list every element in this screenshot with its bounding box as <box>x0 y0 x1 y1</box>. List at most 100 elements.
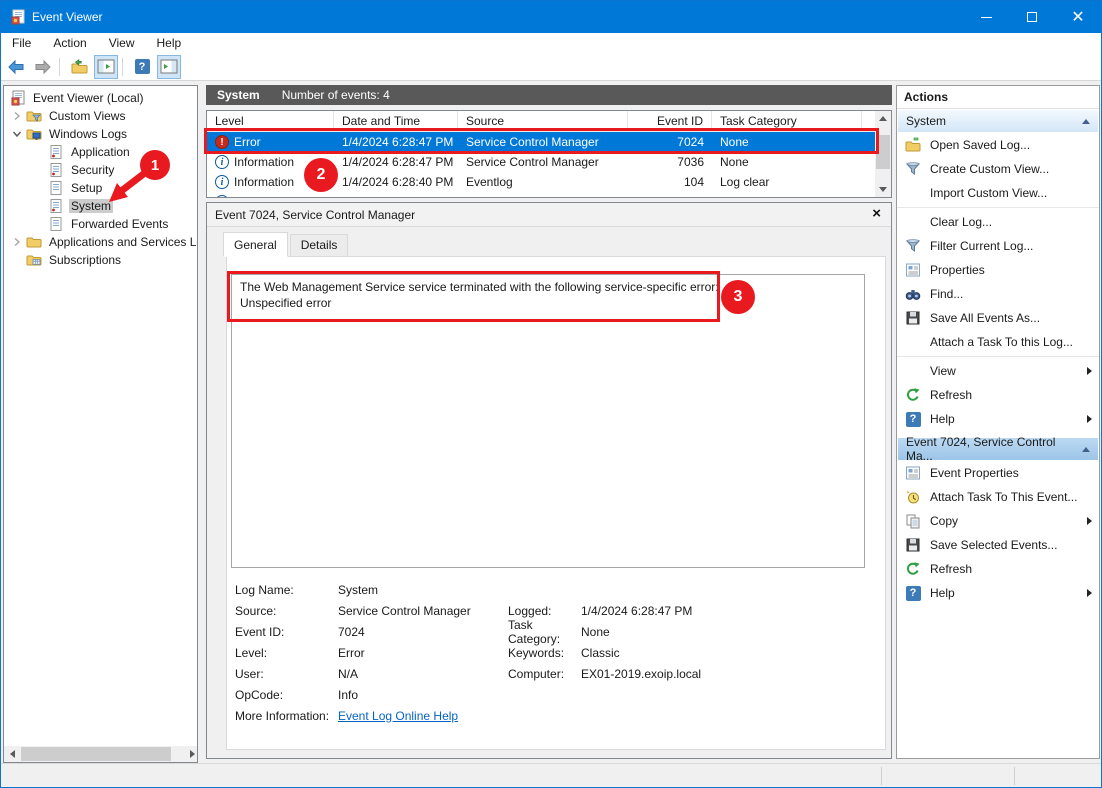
action-refresh-event[interactable]: Refresh <box>897 557 1099 581</box>
tree-item-applications-and-services[interactable]: Applications and Services Lo <box>4 233 197 251</box>
forward-button[interactable] <box>31 55 55 79</box>
collapse-arrow-icon[interactable] <box>1082 119 1090 124</box>
logged-label: Logged: <box>508 604 581 618</box>
menu-file[interactable]: File <box>3 34 40 52</box>
help-icon: ? <box>135 59 150 74</box>
tree-item-custom-views[interactable]: Custom Views <box>4 107 197 125</box>
filter-icon <box>905 161 921 177</box>
tab-details[interactable]: Details <box>290 234 349 257</box>
action-properties[interactable]: Properties <box>897 258 1099 282</box>
copy-icon <box>905 513 921 529</box>
events-vertical-scrollbar[interactable] <box>875 111 891 197</box>
log-header-bar: System Number of events: 4 <box>206 85 892 105</box>
export-log-icon <box>70 59 88 75</box>
close-button[interactable]: ✕ <box>1055 1 1101 33</box>
actions-title: Actions <box>897 86 1099 109</box>
keywords-label: Keywords: <box>508 646 581 660</box>
scroll-up-arrow-icon[interactable] <box>875 111 891 126</box>
menu-view[interactable]: View <box>100 34 144 52</box>
chevron-down-icon <box>12 129 22 139</box>
event-viewer-app-icon <box>10 9 26 25</box>
folder-icon <box>26 234 42 250</box>
tree-label[interactable]: Event Viewer (Local) <box>31 91 146 105</box>
action-attach-task-to-event[interactable]: Attach Task To This Event... <box>897 485 1099 509</box>
action-refresh[interactable]: Refresh <box>897 383 1099 407</box>
scroll-left-arrow-icon[interactable] <box>4 746 20 762</box>
back-button[interactable] <box>4 55 28 79</box>
tree-item-system[interactable]: System <box>4 197 197 215</box>
action-save-selected-events[interactable]: Save Selected Events... <box>897 533 1099 557</box>
tree-horizontal-scrollbar[interactable] <box>4 746 197 762</box>
console-tree-toggle-button[interactable] <box>94 55 118 79</box>
scroll-right-arrow-icon[interactable] <box>181 746 197 762</box>
event-fields: Log Name: System Source: Service Control… <box>235 579 875 726</box>
menu-help[interactable]: Help <box>148 34 191 52</box>
section-title: System <box>906 114 946 128</box>
subscriptions-icon <box>26 252 42 268</box>
close-icon: ✕ <box>1071 9 1084 25</box>
action-create-custom-view[interactable]: Create Custom View... <box>897 157 1099 181</box>
maximize-button[interactable] <box>1009 1 1055 33</box>
log-file-icon <box>48 162 64 178</box>
collapse-arrow-icon[interactable] <box>1082 447 1090 452</box>
minimize-button[interactable] <box>963 1 1009 33</box>
action-find[interactable]: Find... <box>897 282 1099 306</box>
custom-views-folder-icon <box>26 108 42 124</box>
log-title: System <box>217 88 260 102</box>
tree-item-setup[interactable]: Setup <box>4 179 197 197</box>
tab-general[interactable]: General <box>223 232 288 257</box>
logged-value: 1/4/2024 6:28:47 PM <box>581 604 875 618</box>
log-name-value: System <box>338 583 508 597</box>
table-row-partial[interactable] <box>207 192 891 198</box>
tree-item-event-viewer-local[interactable]: Event Viewer (Local) <box>4 89 197 107</box>
action-copy[interactable]: Copy <box>897 509 1099 533</box>
event-log-online-help-link[interactable]: Event Log Online Help <box>338 709 458 723</box>
actions-section-system[interactable]: System <box>897 109 1099 133</box>
tree-label[interactable]: Custom Views <box>47 109 127 123</box>
action-clear-log[interactable]: Clear Log... <box>897 210 1099 234</box>
action-pane-toggle-button[interactable] <box>157 55 181 79</box>
action-open-saved-log[interactable]: Open Saved Log... <box>897 133 1099 157</box>
opcode-value: Info <box>338 688 508 702</box>
forward-icon <box>34 59 52 75</box>
tree-label[interactable]: Forwarded Events <box>69 217 170 231</box>
help-icon: ? <box>906 412 921 427</box>
action-help[interactable]: ? Help <box>897 407 1099 431</box>
help-icon: ? <box>906 586 921 601</box>
tree-label[interactable]: Applications and Services Lo <box>47 235 198 249</box>
export-log-button[interactable] <box>67 55 91 79</box>
action-attach-task-to-log[interactable]: Attach a Task To this Log... <box>897 330 1099 354</box>
action-help-event[interactable]: ? Help <box>897 581 1099 605</box>
event-viewer-icon <box>10 90 26 106</box>
preview-header: Event 7024, Service Control Manager × <box>207 203 891 227</box>
tree-label[interactable]: Application <box>69 145 132 159</box>
action-import-custom-view[interactable]: Import Custom View... <box>897 181 1099 205</box>
tree-label[interactable]: Windows Logs <box>47 127 129 141</box>
task-category-value: None <box>581 625 875 639</box>
action-event-properties[interactable]: Event Properties <box>897 461 1099 485</box>
source-value: Service Control Manager <box>338 604 508 618</box>
information-icon <box>215 195 229 198</box>
tree-item-windows-logs[interactable]: Windows Logs <box>4 125 197 143</box>
help-button[interactable]: ? <box>130 55 154 79</box>
preview-close-icon[interactable]: × <box>872 205 881 222</box>
windows-logs-folder-icon <box>26 126 42 142</box>
properties-icon <box>905 465 921 481</box>
toolbar-separator <box>59 58 60 76</box>
tree-label[interactable]: Setup <box>69 181 104 195</box>
scroll-down-arrow-icon[interactable] <box>875 182 891 197</box>
submenu-arrow-icon <box>1087 415 1092 423</box>
log-file-icon <box>48 198 64 214</box>
computer-value: EX01-2019.exoip.local <box>581 667 875 681</box>
user-label: User: <box>235 667 338 681</box>
tree-label[interactable]: Subscriptions <box>47 253 123 267</box>
scrollbar-thumb[interactable] <box>21 747 171 761</box>
action-filter-current-log[interactable]: Filter Current Log... <box>897 234 1099 258</box>
action-view[interactable]: View <box>897 359 1099 383</box>
tree-item-subscriptions[interactable]: Subscriptions <box>4 251 197 269</box>
tree-item-forwarded-events[interactable]: Forwarded Events <box>4 215 197 233</box>
preview-tabs: General Details <box>223 234 350 257</box>
action-save-all-events-as[interactable]: Save All Events As... <box>897 306 1099 330</box>
menu-action[interactable]: Action <box>44 34 95 52</box>
actions-section-event-7024[interactable]: Event 7024, Service Control Ma... <box>897 437 1099 461</box>
